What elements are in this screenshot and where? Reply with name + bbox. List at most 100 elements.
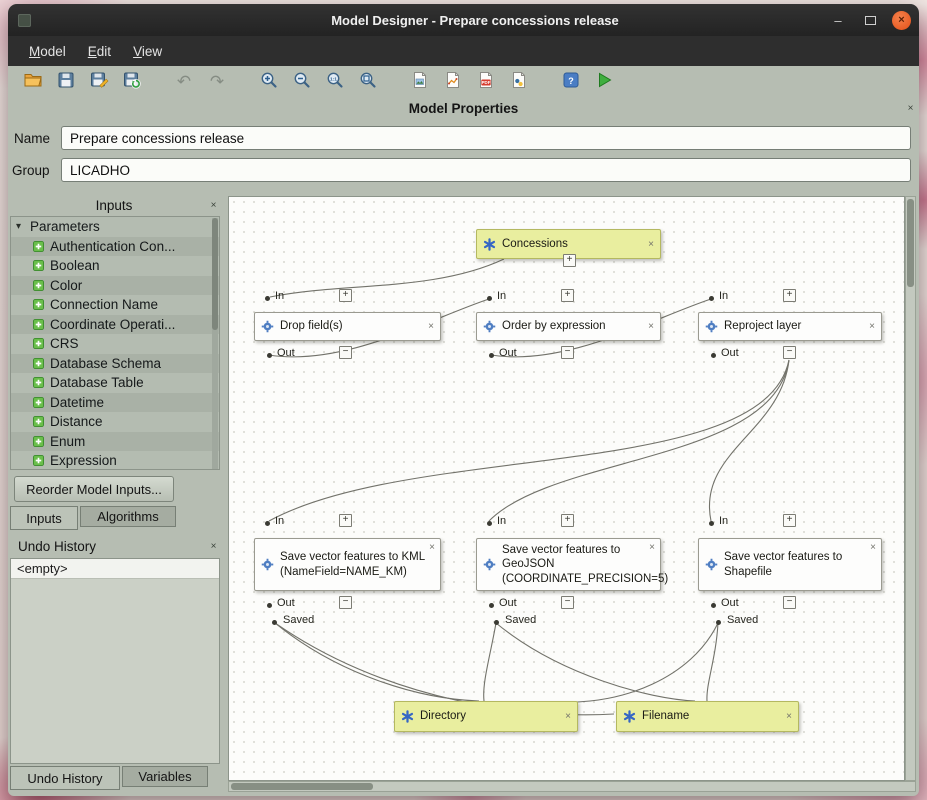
- tree-item-crs[interactable]: CRS: [11, 334, 219, 354]
- remove-node-icon[interactable]: ×: [565, 711, 571, 722]
- tab-algorithms[interactable]: Algorithms: [80, 506, 176, 527]
- canvas-vertical-scrollbar[interactable]: [905, 196, 916, 781]
- tree-item-authentication[interactable]: Authentication Con...: [11, 237, 219, 257]
- export-as-image-button[interactable]: [407, 69, 433, 95]
- zoom-full-button[interactable]: [355, 69, 381, 95]
- edit-model-help-button[interactable]: ?: [558, 69, 584, 95]
- tree-item-connection-name[interactable]: Connection Name: [11, 295, 219, 315]
- collapse-out-button[interactable]: −: [561, 596, 574, 609]
- remove-node-icon[interactable]: ×: [869, 321, 875, 332]
- save-model-as-button[interactable]: [86, 69, 112, 95]
- vertical-scrollbar-thumb[interactable]: [907, 199, 914, 287]
- tree-scrollbar-thumb[interactable]: [212, 218, 218, 330]
- expand-in-button[interactable]: +: [783, 514, 796, 527]
- open-model-button[interactable]: [20, 69, 46, 95]
- out-socket[interactable]: [489, 603, 494, 608]
- saved-socket[interactable]: [716, 620, 721, 625]
- zoom-actual-button[interactable]: 1:1: [322, 69, 348, 95]
- expand-in-button[interactable]: +: [561, 514, 574, 527]
- horizontal-scrollbar-thumb[interactable]: [231, 783, 373, 790]
- remove-node-icon[interactable]: ×: [648, 239, 654, 250]
- expand-socket-button[interactable]: +: [563, 254, 576, 267]
- tree-scrollbar[interactable]: [212, 218, 218, 470]
- collapse-out-button[interactable]: −: [783, 596, 796, 609]
- out-socket[interactable]: [711, 603, 716, 608]
- run-model-button[interactable]: [591, 69, 617, 95]
- in-socket[interactable]: [487, 521, 492, 526]
- node-save-shapefile[interactable]: Save vector features to Shapefile ×: [698, 538, 882, 591]
- export-as-svg-button[interactable]: [440, 69, 466, 95]
- node-order-by-expression[interactable]: Order by expression ×: [476, 312, 661, 341]
- collapse-out-button[interactable]: −: [783, 346, 796, 359]
- undo-history-close-icon[interactable]: ×: [207, 540, 220, 553]
- remove-node-icon[interactable]: ×: [786, 711, 792, 722]
- expand-in-button[interactable]: +: [561, 289, 574, 302]
- tree-item-parameters[interactable]: ▾ Parameters: [11, 217, 219, 237]
- tree-item-database-table[interactable]: Database Table: [11, 373, 219, 393]
- reorder-inputs-button[interactable]: Reorder Model Inputs...: [14, 476, 174, 502]
- undo-button[interactable]: ↶: [171, 69, 197, 95]
- collapse-out-button[interactable]: −: [561, 346, 574, 359]
- in-socket[interactable]: [265, 296, 270, 301]
- model-properties-close-icon[interactable]: ×: [904, 102, 917, 115]
- undo-history-entry[interactable]: <empty>: [11, 559, 219, 579]
- save-model-button[interactable]: [53, 69, 79, 95]
- tree-item-enum[interactable]: Enum: [11, 432, 219, 452]
- inputs-dock-close-icon[interactable]: ×: [207, 199, 220, 212]
- tree-item-database-schema[interactable]: Database Schema: [11, 354, 219, 374]
- tree-item-expression[interactable]: Expression: [11, 451, 219, 470]
- collapse-out-button[interactable]: −: [339, 346, 352, 359]
- remove-node-icon[interactable]: ×: [649, 542, 655, 553]
- menu-view[interactable]: View: [122, 40, 173, 63]
- menu-edit[interactable]: Edit: [77, 40, 122, 63]
- in-socket[interactable]: [265, 521, 270, 526]
- saved-socket[interactable]: [272, 620, 277, 625]
- export-as-python-button[interactable]: [506, 69, 532, 95]
- model-canvas[interactable]: Concessions × + In + Drop field(s) × Out…: [228, 196, 905, 781]
- collapse-out-button[interactable]: −: [339, 596, 352, 609]
- save-model-in-project-button[interactable]: [119, 69, 145, 95]
- remove-node-icon[interactable]: ×: [648, 321, 654, 332]
- tree-item-boolean[interactable]: Boolean: [11, 256, 219, 276]
- out-socket[interactable]: [267, 603, 272, 608]
- expander-icon[interactable]: ▾: [16, 221, 30, 232]
- export-as-pdf-button[interactable]: PDF: [473, 69, 499, 95]
- redo-button[interactable]: ↷: [204, 69, 230, 95]
- menu-model[interactable]: Model: [18, 40, 77, 63]
- node-drop-fields[interactable]: Drop field(s) ×: [254, 312, 441, 341]
- tab-inputs[interactable]: Inputs: [10, 506, 78, 530]
- tree-item-datetime[interactable]: Datetime: [11, 393, 219, 413]
- out-socket[interactable]: [711, 353, 716, 358]
- node-save-geojson[interactable]: Save vector features to GeoJSON (COORDIN…: [476, 538, 661, 591]
- in-socket[interactable]: [487, 296, 492, 301]
- out-socket[interactable]: [267, 353, 272, 358]
- remove-node-icon[interactable]: ×: [429, 542, 435, 553]
- titlebar[interactable]: Model Designer - Prepare concessions rel…: [8, 4, 919, 36]
- tab-undo-history[interactable]: Undo History: [10, 766, 120, 790]
- node-reproject-layer[interactable]: Reproject layer ×: [698, 312, 882, 341]
- expand-in-button[interactable]: +: [339, 514, 352, 527]
- in-socket[interactable]: [709, 296, 714, 301]
- saved-socket[interactable]: [494, 620, 499, 625]
- zoom-out-button[interactable]: [289, 69, 315, 95]
- tree-item-coordinate-operation[interactable]: Coordinate Operati...: [11, 315, 219, 335]
- minimize-button[interactable]: –: [828, 13, 848, 28]
- remove-node-icon[interactable]: ×: [428, 321, 434, 332]
- expand-in-button[interactable]: +: [339, 289, 352, 302]
- in-socket[interactable]: [709, 521, 714, 526]
- tree-item-distance[interactable]: Distance: [11, 412, 219, 432]
- zoom-in-button[interactable]: [256, 69, 282, 95]
- out-socket[interactable]: [489, 353, 494, 358]
- node-filename[interactable]: Filename ×: [616, 701, 799, 732]
- expand-in-button[interactable]: +: [783, 289, 796, 302]
- model-name-input[interactable]: [61, 126, 911, 150]
- model-group-input[interactable]: [61, 158, 911, 182]
- maximize-button[interactable]: [860, 13, 880, 28]
- tree-item-color[interactable]: Color: [11, 276, 219, 296]
- close-button[interactable]: ×: [892, 11, 911, 30]
- node-save-kml[interactable]: Save vector features to KML (NameField=N…: [254, 538, 441, 591]
- remove-node-icon[interactable]: ×: [870, 542, 876, 553]
- canvas-horizontal-scrollbar[interactable]: [228, 781, 916, 792]
- node-directory[interactable]: Directory ×: [394, 701, 578, 732]
- tab-variables[interactable]: Variables: [122, 766, 208, 787]
